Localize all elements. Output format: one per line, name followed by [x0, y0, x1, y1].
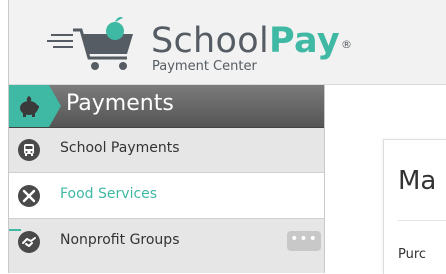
sidebar-border: [324, 85, 325, 273]
form-field-label: Purc: [398, 247, 427, 262]
sidebar-item-food-services[interactable]: Food Services: [9, 173, 325, 218]
utensils-icon: [18, 185, 40, 207]
more-options-button[interactable]: •••: [287, 231, 321, 251]
accent-line: [9, 229, 21, 231]
sidebar-item-nonprofit-groups[interactable]: Nonprofit Groups •••: [9, 219, 325, 264]
schoolpay-logo[interactable]: SchoolPay® Payment Center: [47, 12, 352, 74]
registered-mark: ®: [340, 38, 353, 51]
brand-name: SchoolPay®: [151, 22, 352, 60]
card-divider: [398, 220, 446, 221]
shopping-cart-icon: [47, 17, 133, 70]
handshake-icon: [18, 231, 40, 253]
brand-pay: Pay: [269, 21, 340, 61]
sidebar-item-label: Nonprofit Groups: [60, 232, 180, 248]
bus-icon: [18, 139, 40, 161]
card-title: Ma: [398, 166, 437, 196]
piggy-bank-icon: [20, 96, 39, 117]
sidebar: Payments School Payments Food Services N…: [9, 85, 325, 273]
section-title: Payments: [66, 91, 174, 116]
app-window: SchoolPay® Payment Center Payments Schoo…: [0, 0, 446, 274]
header-bar: SchoolPay® Payment Center: [9, 0, 446, 85]
brand-tagline: Payment Center: [152, 59, 257, 74]
section-arrow: [49, 85, 61, 127]
sidebar-item-school-payments[interactable]: School Payments: [9, 127, 325, 172]
section-icon-box: [9, 85, 49, 127]
sidebar-section-payments[interactable]: Payments: [9, 85, 325, 128]
content-card: Ma Purc: [383, 139, 446, 274]
sidebar-item-label: Food Services: [60, 186, 158, 202]
sidebar-item-label: School Payments: [60, 140, 180, 156]
brand-school: School: [151, 21, 269, 61]
